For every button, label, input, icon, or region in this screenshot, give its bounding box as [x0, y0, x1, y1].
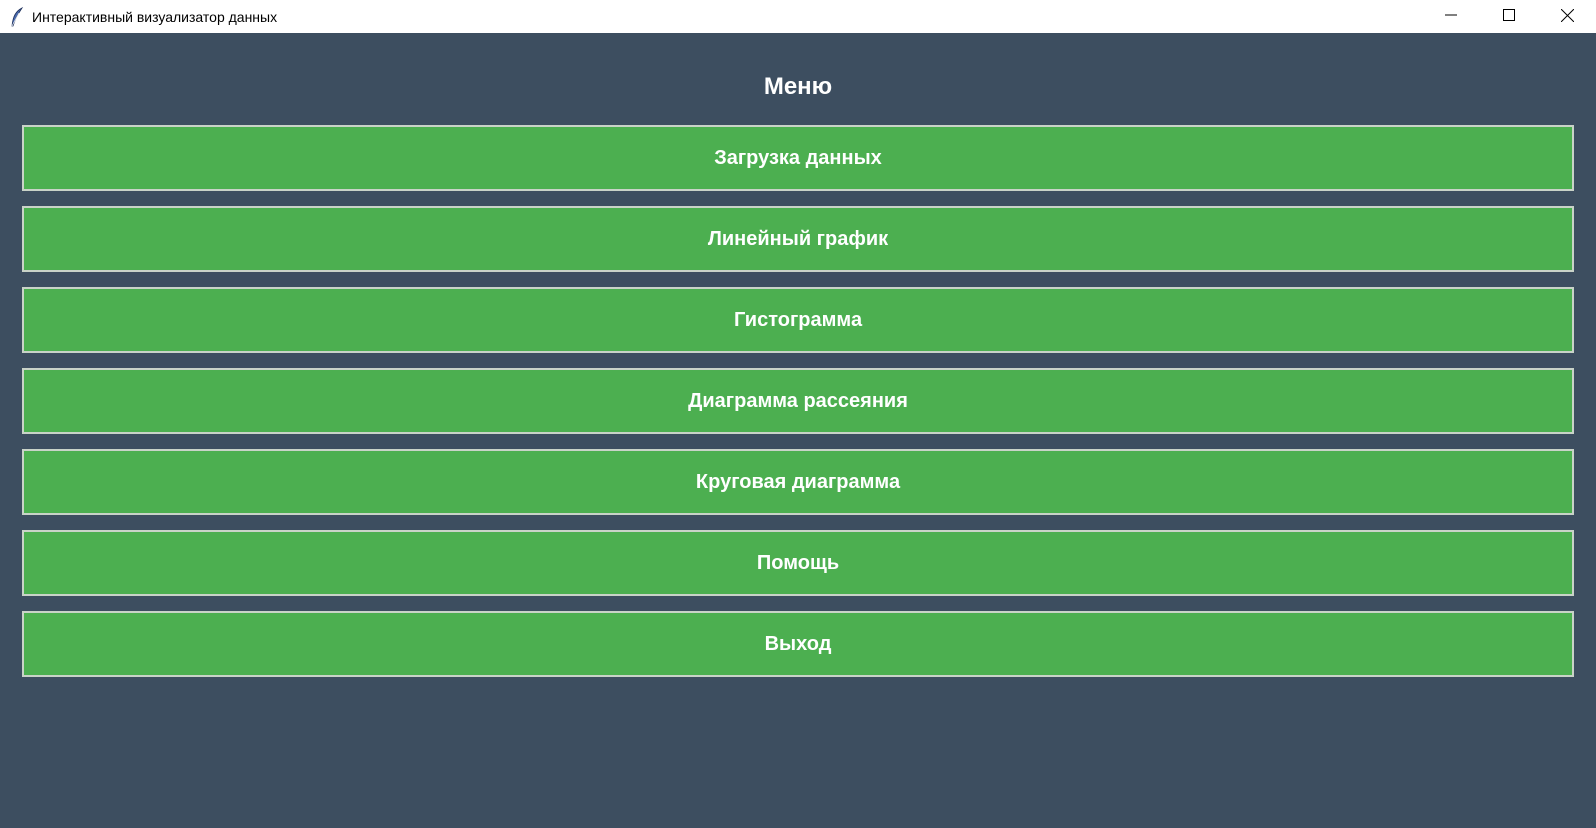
pie-chart-button[interactable]: Круговая диаграмма [22, 449, 1574, 515]
minimize-icon [1445, 14, 1457, 16]
maximize-icon [1503, 9, 1515, 21]
exit-button[interactable]: Выход [22, 611, 1574, 677]
line-chart-button[interactable]: Линейный график [22, 206, 1574, 272]
app-window: Интерактивный визуализатор данных Меню З… [0, 0, 1596, 828]
window-title: Интерактивный визуализатор данных [32, 8, 278, 25]
main-panel: Меню Загрузка данных Линейный график Гис… [0, 33, 1596, 828]
feather-icon [9, 6, 25, 27]
window-controls [1422, 0, 1596, 33]
menu-list: Загрузка данных Линейный график Гистогра… [22, 125, 1574, 692]
minimize-button[interactable] [1422, 0, 1480, 30]
histogram-button[interactable]: Гистограмма [22, 287, 1574, 353]
help-button[interactable]: Помощь [22, 530, 1574, 596]
close-icon [1560, 8, 1574, 22]
menu-title: Меню [763, 73, 833, 100]
maximize-button[interactable] [1480, 0, 1538, 30]
load-data-button[interactable]: Загрузка данных [22, 125, 1574, 191]
scatter-plot-button[interactable]: Диаграмма рассеяния [22, 368, 1574, 434]
close-button[interactable] [1538, 0, 1596, 30]
title-bar[interactable]: Интерактивный визуализатор данных [0, 0, 1596, 33]
